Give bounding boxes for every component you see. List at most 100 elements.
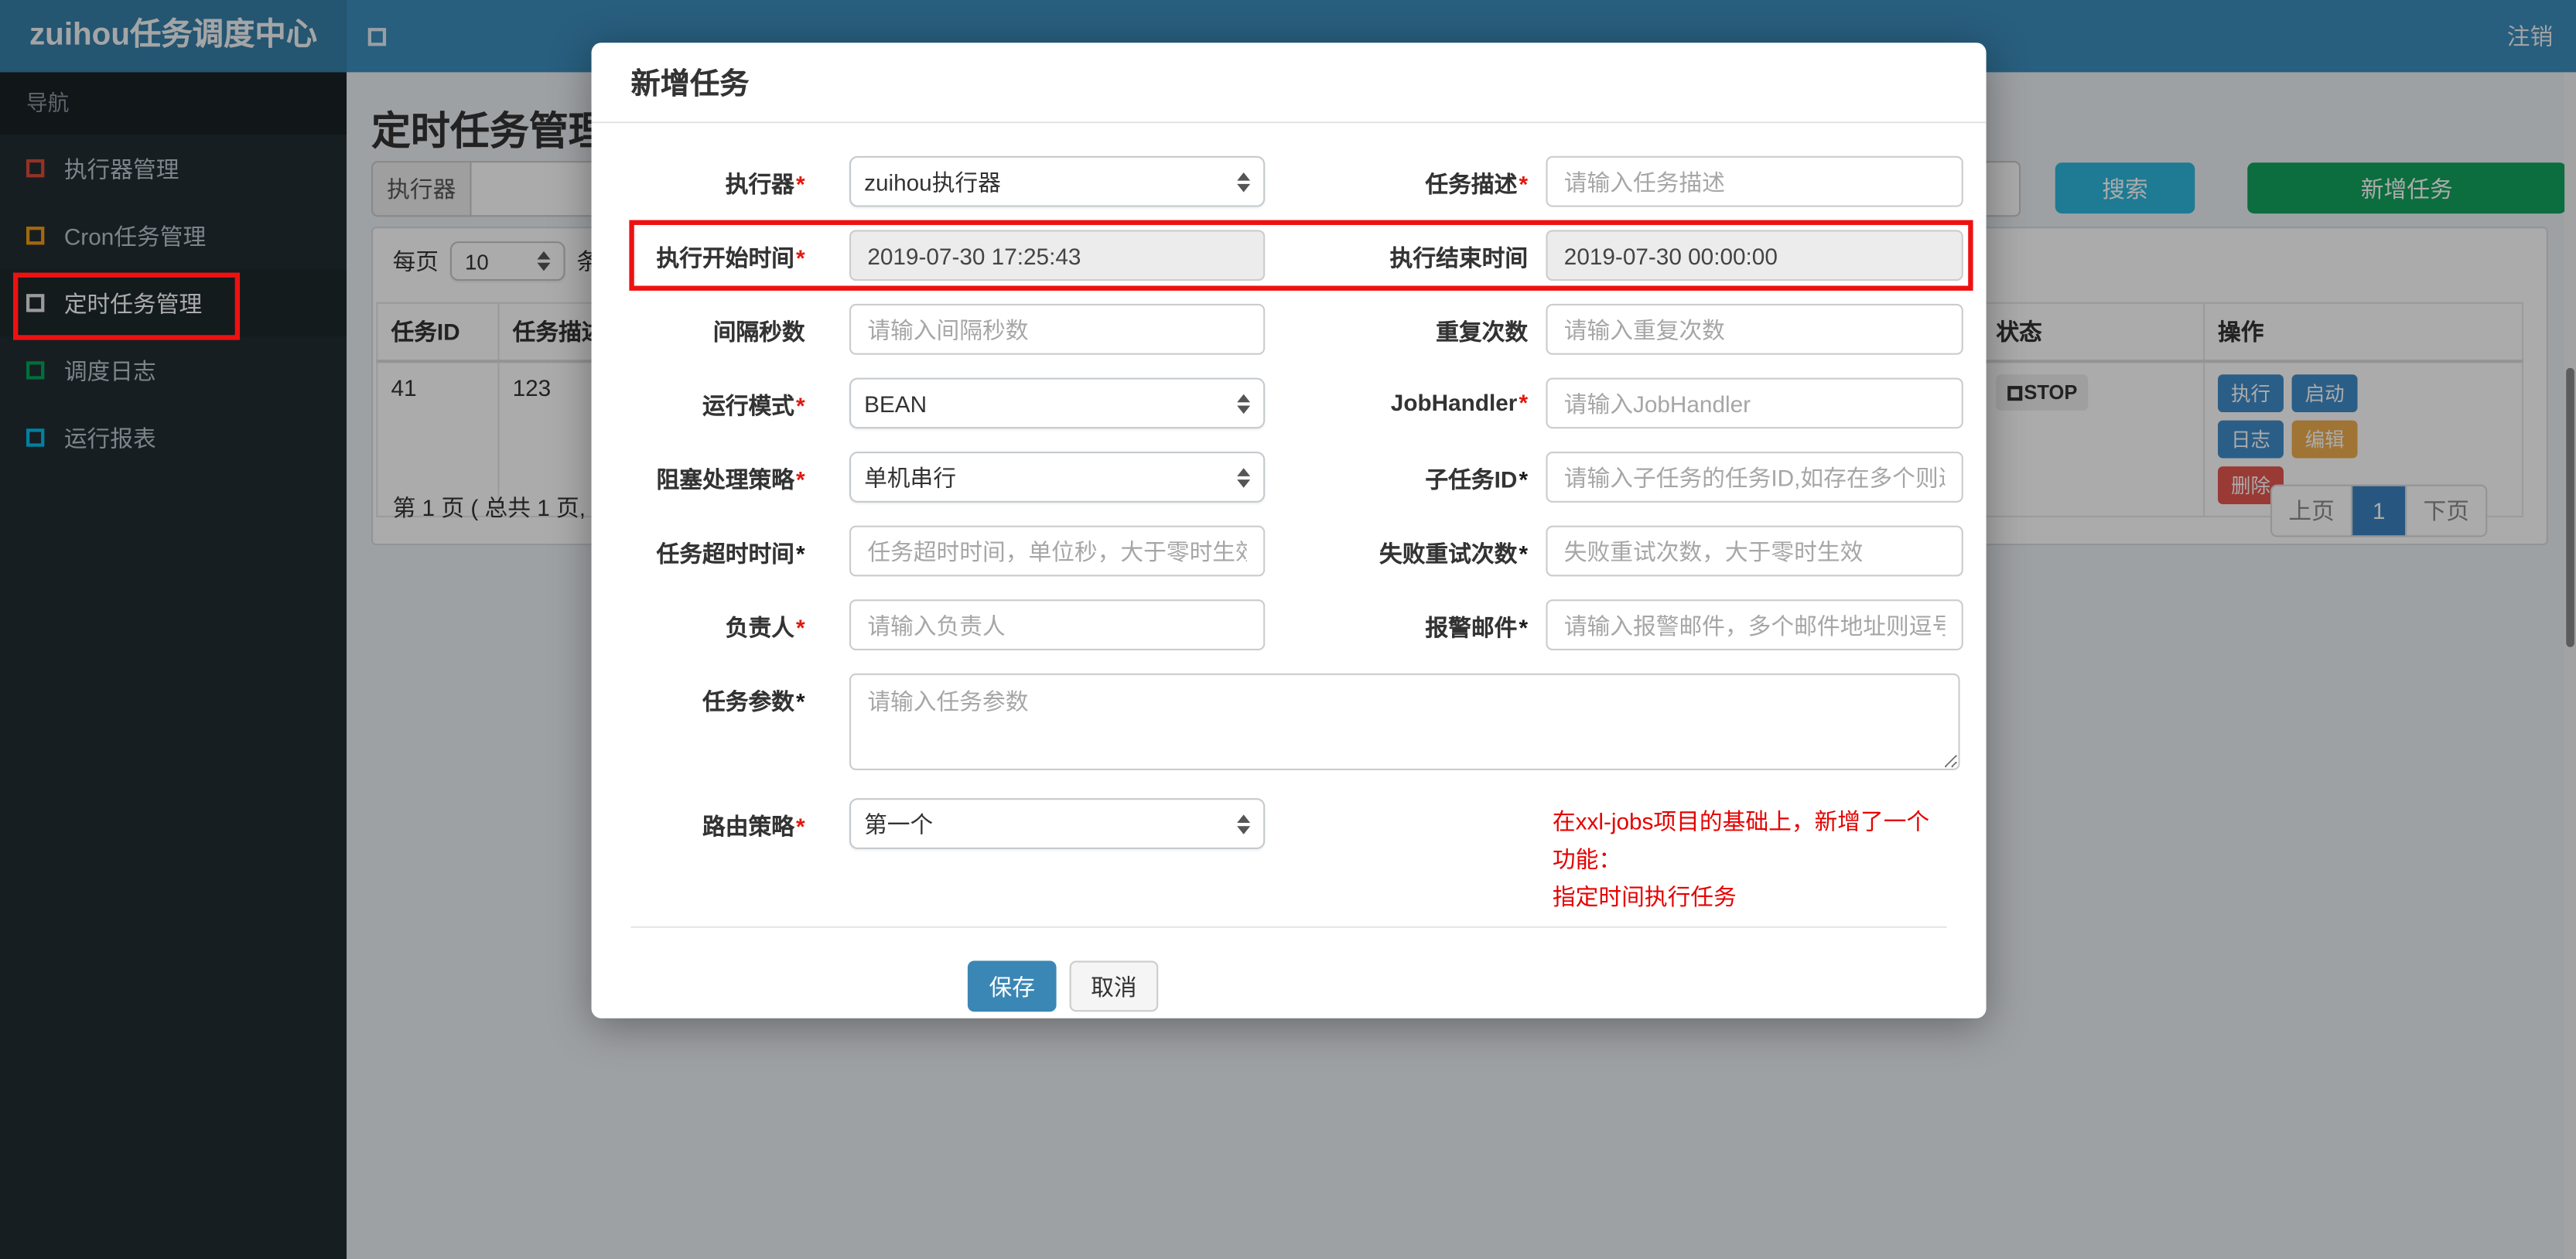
log-button[interactable]: 日志 xyxy=(2218,420,2284,459)
select-arrows-icon xyxy=(1237,814,1251,834)
start-button[interactable]: 启动 xyxy=(2291,374,2358,413)
required-asterisk: * xyxy=(796,813,805,840)
sidebar-item-dispatch-log[interactable]: 调度日志 xyxy=(0,336,347,404)
sidebar-item-timed-task[interactable]: 定时任务管理 xyxy=(0,269,347,337)
timeout-input[interactable] xyxy=(849,525,1266,577)
sidebar-toggle-icon[interactable] xyxy=(367,28,387,46)
required-asterisk: * xyxy=(1519,466,1529,493)
modal-header: 新增任务 xyxy=(591,43,1987,124)
child-job-input[interactable] xyxy=(1546,452,1963,503)
owner-input[interactable] xyxy=(849,599,1266,650)
repeat-input[interactable] xyxy=(1546,303,1963,355)
required-asterisk: * xyxy=(1519,614,1529,641)
required-asterisk: * xyxy=(1519,170,1529,197)
col-actions: 操作 xyxy=(2202,302,2524,363)
cancel-button[interactable]: 取消 xyxy=(1069,960,1159,1012)
prev-page-button[interactable]: 上页 xyxy=(2272,486,2351,536)
next-page-button[interactable]: 下页 xyxy=(2405,486,2485,536)
per-page-select[interactable]: 10 xyxy=(449,241,565,281)
job-handler-label: JobHandler * xyxy=(1390,389,1529,416)
cell-status: STOP xyxy=(1981,360,2205,517)
start-time-input[interactable] xyxy=(849,230,1266,281)
logout-link[interactable]: 注销 xyxy=(2507,0,2553,72)
per-page-prefix: 每页 xyxy=(392,247,439,275)
sidebar-item-cron-task[interactable]: Cron任务管理 xyxy=(0,202,347,269)
retry-input[interactable] xyxy=(1546,525,1963,577)
sidebar-header: 导航 xyxy=(0,72,347,135)
interval-input[interactable] xyxy=(849,303,1266,355)
select-arrows-icon xyxy=(1237,171,1251,192)
block-strategy-select[interactable]: 单机串行 xyxy=(849,452,1266,503)
page-title: 定时任务管理 xyxy=(371,110,608,155)
child-job-label: 子任务ID * xyxy=(1425,466,1529,493)
sidebar: 导航 执行器管理 Cron任务管理 定时任务管理 调度日志 运行报表 xyxy=(0,72,347,1259)
stop-square-icon xyxy=(2007,386,2023,401)
sidebar-item-executor-manage[interactable]: 执行器管理 xyxy=(0,135,347,202)
screen: zuihou任务调度中心 注销 导航 执行器管理 Cron任务管理 定时任务管理… xyxy=(0,0,2576,1259)
app-brand: zuihou任务调度中心 xyxy=(0,0,347,73)
executor-icon xyxy=(26,159,45,178)
feature-note: 在xxl-jobs项目的基础上，新增了一个功能： 指定时间执行任务 xyxy=(1552,807,1930,910)
required-asterisk: * xyxy=(796,614,805,641)
status-badge: STOP xyxy=(1996,374,2089,411)
start-time-label: 执行开始时间 * xyxy=(656,244,805,271)
search-button[interactable]: 搜索 xyxy=(2055,162,2195,214)
report-icon xyxy=(26,428,45,447)
alarm-email-label: 报警邮件 * xyxy=(1425,614,1529,641)
required-asterisk: * xyxy=(796,540,805,567)
modal-title: 新增任务 xyxy=(630,67,750,101)
timer-icon xyxy=(26,294,45,312)
interval-label: 间隔秒数 xyxy=(712,319,805,345)
route-strategy-select[interactable]: 第一个 xyxy=(849,798,1266,849)
executor-select[interactable]: zuihou执行器 xyxy=(849,155,1266,207)
log-icon xyxy=(26,361,45,380)
select-arrows-icon xyxy=(1237,393,1251,414)
required-asterisk: * xyxy=(1519,540,1529,567)
executor-filter-label: 执行器 xyxy=(371,161,472,217)
sidebar-item-run-report[interactable]: 运行报表 xyxy=(0,404,347,471)
task-desc-input[interactable] xyxy=(1546,155,1963,207)
scrollbar-thumb[interactable] xyxy=(2566,367,2574,647)
run-mode-label: 运行模式 * xyxy=(702,392,805,419)
pagination-info: 第 1 页 ( 总共 1 页, 1 xyxy=(392,494,605,521)
add-task-modal: 新增任务 执行器* zuihou执行器 任务描述* 执行开始时间* 执行结束时间… xyxy=(591,43,1987,1018)
add-task-button[interactable]: 新增任务 xyxy=(2247,162,2567,214)
sidebar-item-label: 运行报表 xyxy=(63,424,156,451)
required-asterisk: * xyxy=(1519,389,1529,416)
modal-actions: 保存 取消 xyxy=(631,928,1947,1012)
task-desc-label: 任务描述 * xyxy=(1425,170,1529,197)
executor-label: 执行器 * xyxy=(725,170,805,197)
alarm-email-input[interactable] xyxy=(1546,599,1963,650)
job-param-label: 任务参数 * xyxy=(702,688,805,715)
timeout-label: 任务超时时间 * xyxy=(656,540,805,567)
col-status: 状态 xyxy=(1981,302,2205,363)
run-button[interactable]: 执行 xyxy=(2218,374,2284,413)
required-asterisk: * xyxy=(796,466,805,493)
route-strategy-label: 路由策略 * xyxy=(702,813,805,840)
sidebar-item-label: 执行器管理 xyxy=(63,155,179,182)
per-page-control: 每页 10 条记 xyxy=(393,241,623,281)
save-button[interactable]: 保存 xyxy=(967,960,1057,1012)
current-page-button[interactable]: 1 xyxy=(2351,486,2406,536)
edit-button[interactable]: 编辑 xyxy=(2291,420,2358,459)
cron-icon xyxy=(26,227,45,245)
end-time-input[interactable] xyxy=(1546,230,1963,281)
scrollbar[interactable] xyxy=(2564,72,2576,1259)
required-asterisk: * xyxy=(796,688,805,715)
col-task-id: 任务ID xyxy=(376,302,500,363)
job-param-textarea[interactable] xyxy=(849,673,1960,771)
retry-label: 失败重试次数 * xyxy=(1379,540,1529,567)
sidebar-item-label: 调度日志 xyxy=(63,357,156,384)
sidebar-item-label: 定时任务管理 xyxy=(63,289,203,316)
pagination: 上页 1 下页 xyxy=(2270,484,2488,537)
sidebar-item-label: Cron任务管理 xyxy=(63,222,207,249)
block-strategy-label: 阻塞处理策略 * xyxy=(656,466,805,493)
run-mode-select[interactable]: BEAN xyxy=(849,377,1266,429)
end-time-label: 执行结束时间 xyxy=(1389,244,1529,271)
required-asterisk: * xyxy=(796,392,805,419)
repeat-label: 重复次数 xyxy=(1436,319,1529,345)
select-arrows-icon xyxy=(537,251,551,271)
owner-label: 负责人 * xyxy=(725,614,805,641)
job-handler-input[interactable] xyxy=(1546,377,1963,429)
modal-body: 执行器* zuihou执行器 任务描述* 执行开始时间* 执行结束时间 间隔秒数… xyxy=(592,123,1987,1012)
